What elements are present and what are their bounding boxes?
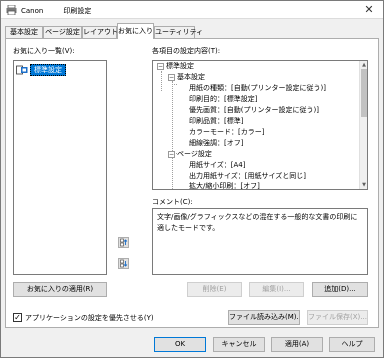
scroll-down-icon[interactable]: ▼ [360,181,367,189]
tree-scrollbar[interactable]: ▲ ▼ [359,61,367,189]
save-file-button[interactable]: ファイル保存(X)... [307,310,368,325]
move-down-icon [120,259,128,268]
tree-node[interactable]: − 標準設定 [157,61,194,72]
favorite-settings-icon [16,65,28,74]
comment-box: 文字/画像/グラフィックスなどの混在する一般的な文書の印刷に適したモードです。 [152,208,368,275]
tree-node-label: 標準設定 [166,62,194,70]
tree-leaf[interactable]: 印刷目的：[標準設定] [189,94,257,105]
ok-button[interactable]: OK [154,337,206,352]
tree-connector [172,84,177,85]
scroll-up-icon[interactable]: ▲ [360,61,367,69]
help-button[interactable]: ヘルプ [329,337,375,352]
tree-node-label: 基本設定 [177,73,205,81]
tree-leaf[interactable]: 用紙サイズ：[A4] [189,160,246,171]
check-icon: ✓ [14,313,21,322]
list-item-label: 標準設定 [30,63,66,76]
move-down-button[interactable] [118,258,129,269]
printer-icon [6,5,17,15]
cancel-button[interactable]: キャンセル [213,337,265,352]
move-up-button[interactable] [118,237,129,248]
tree-connector [161,71,162,91]
close-button[interactable]: ✕ [359,3,379,17]
favorites-list-label: お気に入り一覧(V): [13,47,75,55]
settings-detail-label: 各項目の設定内容(T): [152,47,221,55]
apply-favorite-button[interactable]: お気に入りの適用(R) [13,282,107,297]
tree-node[interactable]: − 基本設定 [168,72,205,83]
add-button[interactable]: 追加(D)... [312,282,368,297]
collapse-icon[interactable]: − [168,150,175,158]
edit-button[interactable]: 編集(I)... [249,282,304,297]
tree-leaf[interactable]: 印刷品質：[標準] [189,116,243,127]
settings-tree[interactable]: − 標準設定 − 基本設定 用紙の種類：[自動(プリンター設定に従う)] 印刷目的：… [152,60,368,190]
apply-button[interactable]: 適用(A) [271,337,323,352]
prefer-app-checkbox[interactable]: ✓ [13,313,22,322]
import-file-button[interactable]: ファイル読み込み(M)... [228,310,300,325]
tree-leaf[interactable]: カラーモード：[カラー] [189,127,264,138]
tree-node[interactable]: − ページ設定 [168,149,212,160]
prefer-app-label[interactable]: アプリケーションの設定を優先させる(Y) [25,313,154,323]
tree-leaf[interactable]: 拡大/縮小印刷：[オフ] [189,181,260,189]
comment-label: コメント(C): [152,198,193,206]
delete-button[interactable]: 削除(E) [187,282,242,297]
title-bar: Canon 印刷設定 ✕ [1,1,383,19]
favorites-list[interactable]: 標準設定 [13,60,107,275]
tree-leaf[interactable]: 用紙の種類：[自動(プリンター設定に従う)] [189,83,326,94]
print-settings-window: Canon 印刷設定 ✕ 基本設定 ページ設定 レイアウト お気に入り ユーティ… [0,0,384,358]
collapse-icon[interactable]: − [157,62,164,70]
tree-node-label: ページ設定 [177,150,212,158]
tree-leaf[interactable]: 細線強調：[オフ] [189,138,243,149]
tree-connector [172,81,173,189]
list-item[interactable]: 標準設定 [16,63,66,76]
tree-leaf[interactable]: 優先画質：[自動(プリンター設定に従う)] [189,105,319,116]
move-up-icon [120,238,128,247]
close-icon: ✕ [364,3,374,16]
collapse-icon[interactable]: − [168,73,175,81]
window-title: Canon 印刷設定 [21,7,92,15]
scrollbar-thumb[interactable] [361,69,367,117]
tab-favorites[interactable]: お気に入り [117,23,154,39]
